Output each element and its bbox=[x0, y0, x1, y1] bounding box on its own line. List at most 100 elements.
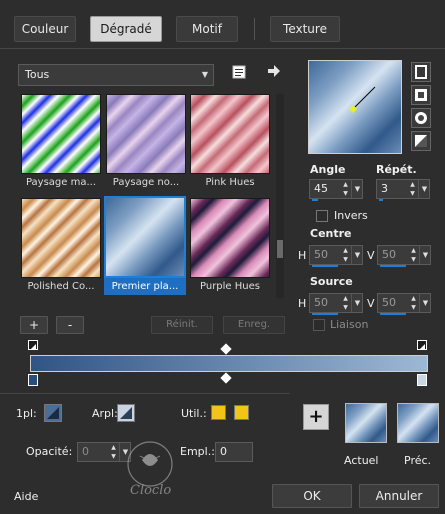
save-button[interactable]: Enreg. bbox=[223, 316, 285, 334]
invert-checkbox[interactable] bbox=[316, 210, 328, 222]
user-color-label: Util.: bbox=[181, 407, 207, 420]
repeat-spinner[interactable]: 3 ▲ ▼ ▼ bbox=[376, 179, 430, 201]
divider bbox=[0, 393, 290, 394]
rectangular-style-button[interactable] bbox=[411, 85, 431, 105]
angle-slider-bar[interactable] bbox=[312, 199, 318, 201]
opacity-label: Opacité: bbox=[26, 445, 73, 458]
tab-degrade[interactable]: Dégradé bbox=[90, 16, 162, 42]
chevron-down-icon[interactable]: ▼ bbox=[419, 246, 431, 264]
gradient-thumb-polished-co[interactable]: Polished Co... bbox=[21, 198, 101, 295]
gradient-thumb-paysage-ma[interactable]: Paysage ma... bbox=[21, 94, 101, 191]
foreground-stop-button[interactable] bbox=[44, 404, 62, 422]
tab-texture[interactable]: Texture bbox=[270, 16, 340, 42]
arrow-right-icon[interactable] bbox=[266, 64, 282, 78]
current-preview-label: Actuel bbox=[344, 454, 379, 467]
previous-preview[interactable] bbox=[397, 403, 439, 443]
angle-handle-icon[interactable] bbox=[309, 61, 403, 155]
gradient-thumb-image bbox=[190, 94, 270, 174]
color-stop-marker-left[interactable] bbox=[28, 374, 38, 386]
tab-motif[interactable]: Motif bbox=[176, 16, 238, 42]
spinner-updown-icon[interactable]: ▲ ▼ bbox=[407, 180, 418, 198]
opacity-stop-marker-left[interactable] bbox=[28, 340, 38, 350]
gradient-thumb-label: Pink Hues bbox=[205, 177, 255, 188]
angle-spinner[interactable]: 45 ▲ ▼ ▼ bbox=[309, 179, 363, 201]
chevron-down-icon[interactable]: ▼ bbox=[419, 294, 431, 312]
chevron-down-icon[interactable]: ▼ bbox=[351, 246, 363, 264]
center-h-spinner[interactable]: 50 ▲ ▼ ▼ bbox=[309, 245, 363, 267]
user-color-swatch-1[interactable] bbox=[211, 405, 226, 420]
repeat-label: Répét. bbox=[376, 163, 417, 176]
gradient-thumb-pink-hues[interactable]: Pink Hues bbox=[190, 94, 270, 191]
spinner-updown-icon[interactable]: ▲ ▼ bbox=[340, 246, 351, 264]
sunburst-style-button[interactable] bbox=[411, 131, 431, 151]
gradient-preview[interactable] bbox=[308, 60, 402, 154]
gradient-thumb-label: Purple Hues bbox=[200, 281, 260, 292]
gradient-thumb-image bbox=[106, 94, 186, 174]
linear-style-button[interactable] bbox=[411, 62, 431, 82]
gradient-thumb-purple-hues[interactable]: Purple Hues bbox=[190, 198, 270, 295]
user-color-swatch-2[interactable] bbox=[234, 405, 249, 420]
invert-label: Invers bbox=[334, 209, 368, 222]
background-stop-button[interactable] bbox=[117, 404, 135, 422]
chevron-down-icon[interactable]: ▼ bbox=[351, 294, 363, 312]
opacity-value: 0 bbox=[82, 445, 89, 458]
source-h-label: H bbox=[298, 297, 307, 310]
remove-gradient-button[interactable]: - bbox=[56, 316, 84, 334]
repeat-slider-bar[interactable] bbox=[379, 199, 383, 201]
color-midpoint-marker[interactable] bbox=[220, 372, 232, 384]
center-v-slider-bar[interactable] bbox=[380, 265, 406, 267]
repeat-value: 3 bbox=[381, 182, 388, 195]
thumbnail-scrollbar[interactable] bbox=[276, 94, 284, 298]
center-v-label: V bbox=[367, 249, 375, 262]
gradient-thumb-image bbox=[21, 198, 101, 278]
center-h-slider-bar[interactable] bbox=[312, 265, 338, 267]
radial-style-button[interactable] bbox=[411, 108, 431, 128]
reset-button[interactable]: Réinit. bbox=[151, 316, 213, 334]
gradient-thumb-label: Premier pla... bbox=[104, 278, 186, 295]
link-checkbox[interactable] bbox=[313, 319, 325, 331]
source-h-value: 50 bbox=[314, 296, 328, 309]
gradient-editor-bar[interactable] bbox=[30, 355, 428, 372]
watermark-logo: Cloclo bbox=[112, 430, 202, 500]
tab-separator bbox=[254, 18, 255, 40]
position-field[interactable]: 0 bbox=[215, 442, 253, 462]
gradient-thumb-label: Polished Co... bbox=[27, 281, 95, 292]
previous-preview-label: Préc. bbox=[404, 454, 432, 467]
spinner-updown-icon[interactable]: ▲ ▼ bbox=[340, 294, 351, 312]
color-stop-marker-right[interactable] bbox=[417, 374, 427, 386]
tab-couleur[interactable]: Couleur bbox=[14, 16, 76, 42]
source-v-label: V bbox=[367, 297, 375, 310]
ok-button[interactable]: OK bbox=[272, 484, 352, 508]
source-v-spinner[interactable]: 50 ▲ ▼ ▼ bbox=[377, 293, 431, 315]
gradient-thumb-paysage-no[interactable]: Paysage no... bbox=[106, 94, 186, 191]
help-link[interactable]: Aide bbox=[14, 490, 38, 503]
chevron-down-icon[interactable]: ▼ bbox=[418, 180, 430, 198]
opacity-midpoint-marker[interactable] bbox=[220, 343, 232, 355]
spinner-updown-icon[interactable]: ▲ ▼ bbox=[340, 180, 351, 198]
center-v-value: 50 bbox=[382, 248, 396, 261]
angle-label: Angle bbox=[310, 163, 346, 176]
chevron-down-icon[interactable]: ▼ bbox=[351, 180, 363, 198]
center-v-spinner[interactable]: 50 ▲ ▼ ▼ bbox=[377, 245, 431, 267]
tab-divider bbox=[0, 48, 445, 49]
current-preview bbox=[345, 403, 387, 443]
file-options-icon[interactable] bbox=[232, 65, 246, 79]
chevron-down-icon: ▼ bbox=[201, 70, 208, 79]
gradient-thumb-image bbox=[190, 198, 270, 278]
gradient-thumb-premier-pla[interactable]: Premier pla... bbox=[104, 196, 186, 295]
spinner-updown-icon[interactable]: ▲ ▼ bbox=[408, 294, 419, 312]
source-v-slider-bar[interactable] bbox=[380, 313, 406, 315]
center-label: Centre bbox=[310, 227, 352, 240]
add-gradient-button[interactable]: + bbox=[20, 316, 48, 334]
category-value: Tous bbox=[25, 68, 50, 81]
category-dropdown[interactable]: Tous ▼ bbox=[18, 64, 214, 86]
opacity-stop-marker-right[interactable] bbox=[417, 340, 427, 350]
cancel-button[interactable]: Annuler bbox=[359, 484, 439, 508]
spinner-updown-icon[interactable]: ▲ ▼ bbox=[408, 246, 419, 264]
source-h-spinner[interactable]: 50 ▲ ▼ ▼ bbox=[309, 293, 363, 315]
add-to-presets-button[interactable]: + bbox=[303, 404, 329, 430]
source-v-value: 50 bbox=[382, 296, 396, 309]
source-h-slider-bar[interactable] bbox=[312, 313, 338, 315]
scrollbar-thumb[interactable] bbox=[277, 240, 283, 258]
gradient-thumb-label: Paysage ma... bbox=[25, 177, 97, 188]
